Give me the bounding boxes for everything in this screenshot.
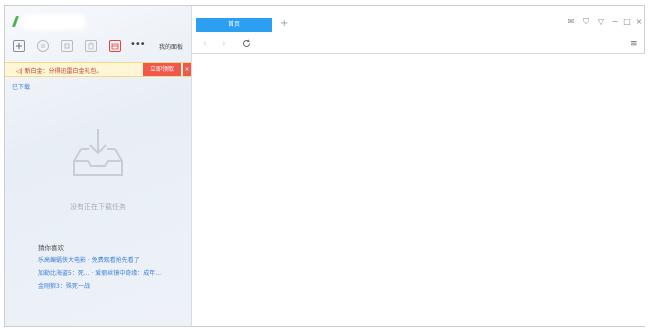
app-window: ••• 我的面板 ◁| 新白金：分得迅雷白金礼包。 立即领取 × 已下载 没有正… [4,5,645,327]
forward-icon[interactable]: › [222,39,226,49]
navigation-bar: ‹ › ≡ [192,36,645,54]
shirt-icon[interactable]: ⛉ [581,17,591,27]
promo-banner: ◁| 新白金：分得迅雷白金礼包。 立即领取 × [5,62,191,77]
minimize-icon[interactable]: − [610,17,620,27]
download-panel: ••• 我的面板 ◁| 新白金：分得迅雷白金礼包。 立即领取 × 已下载 没有正… [5,6,191,326]
download-toolbar: ••• 我的面板 [9,40,189,54]
close-icon[interactable]: × [634,17,644,27]
delete-icon[interactable] [85,40,97,52]
user-name-blurred [23,17,83,27]
recommend-title: 猜你喜欢 [38,244,64,252]
maximize-icon[interactable]: □ [622,17,632,27]
tab-bar: 首页 + ✉ ⛉ ▽ − □ × [192,6,645,34]
mail-icon[interactable]: ✉ [566,17,576,27]
recommend-item[interactable]: 加勒比海盗5：死... · 爱丽丝镜中奇缘：成年... [38,268,161,277]
promo-text: ◁| 新白金：分得迅雷白金礼包。 [16,68,103,75]
app-logo [11,14,85,30]
dropdown-icon[interactable]: ▽ [596,17,606,27]
pause-icon[interactable] [37,40,49,52]
new-task-icon[interactable] [13,40,25,52]
logo-mark-icon [11,16,20,27]
menu-icon[interactable]: ≡ [630,39,638,49]
refresh-icon[interactable] [242,39,251,51]
stop-icon[interactable] [61,40,73,52]
browser-panel: 首页 + ✉ ⛉ ▽ − □ × ‹ › ≡ [191,6,645,326]
banner-close-icon[interactable]: × [183,63,191,76]
my-downloads-button[interactable]: 我的面板 [159,42,183,51]
new-tab-button[interactable]: + [280,17,288,31]
tab-home[interactable]: 首页 [196,18,272,32]
calendar-icon[interactable] [109,40,121,52]
back-icon[interactable]: ‹ [203,39,207,49]
claim-button[interactable]: 立即领取 [143,63,181,76]
empty-state-message: 没有正在下载任务 [70,203,126,211]
browser-content [192,54,645,326]
downloaded-link[interactable]: 已下载 [12,82,30,91]
empty-tray-icon [71,127,125,179]
more-icon[interactable]: ••• [130,40,146,50]
recommend-item[interactable]: 乐高蝙蝠侠大电影 · 免费观看抢先看了 [38,255,140,264]
recommend-item[interactable]: 金刚狼3：殊死一战 [38,281,90,290]
